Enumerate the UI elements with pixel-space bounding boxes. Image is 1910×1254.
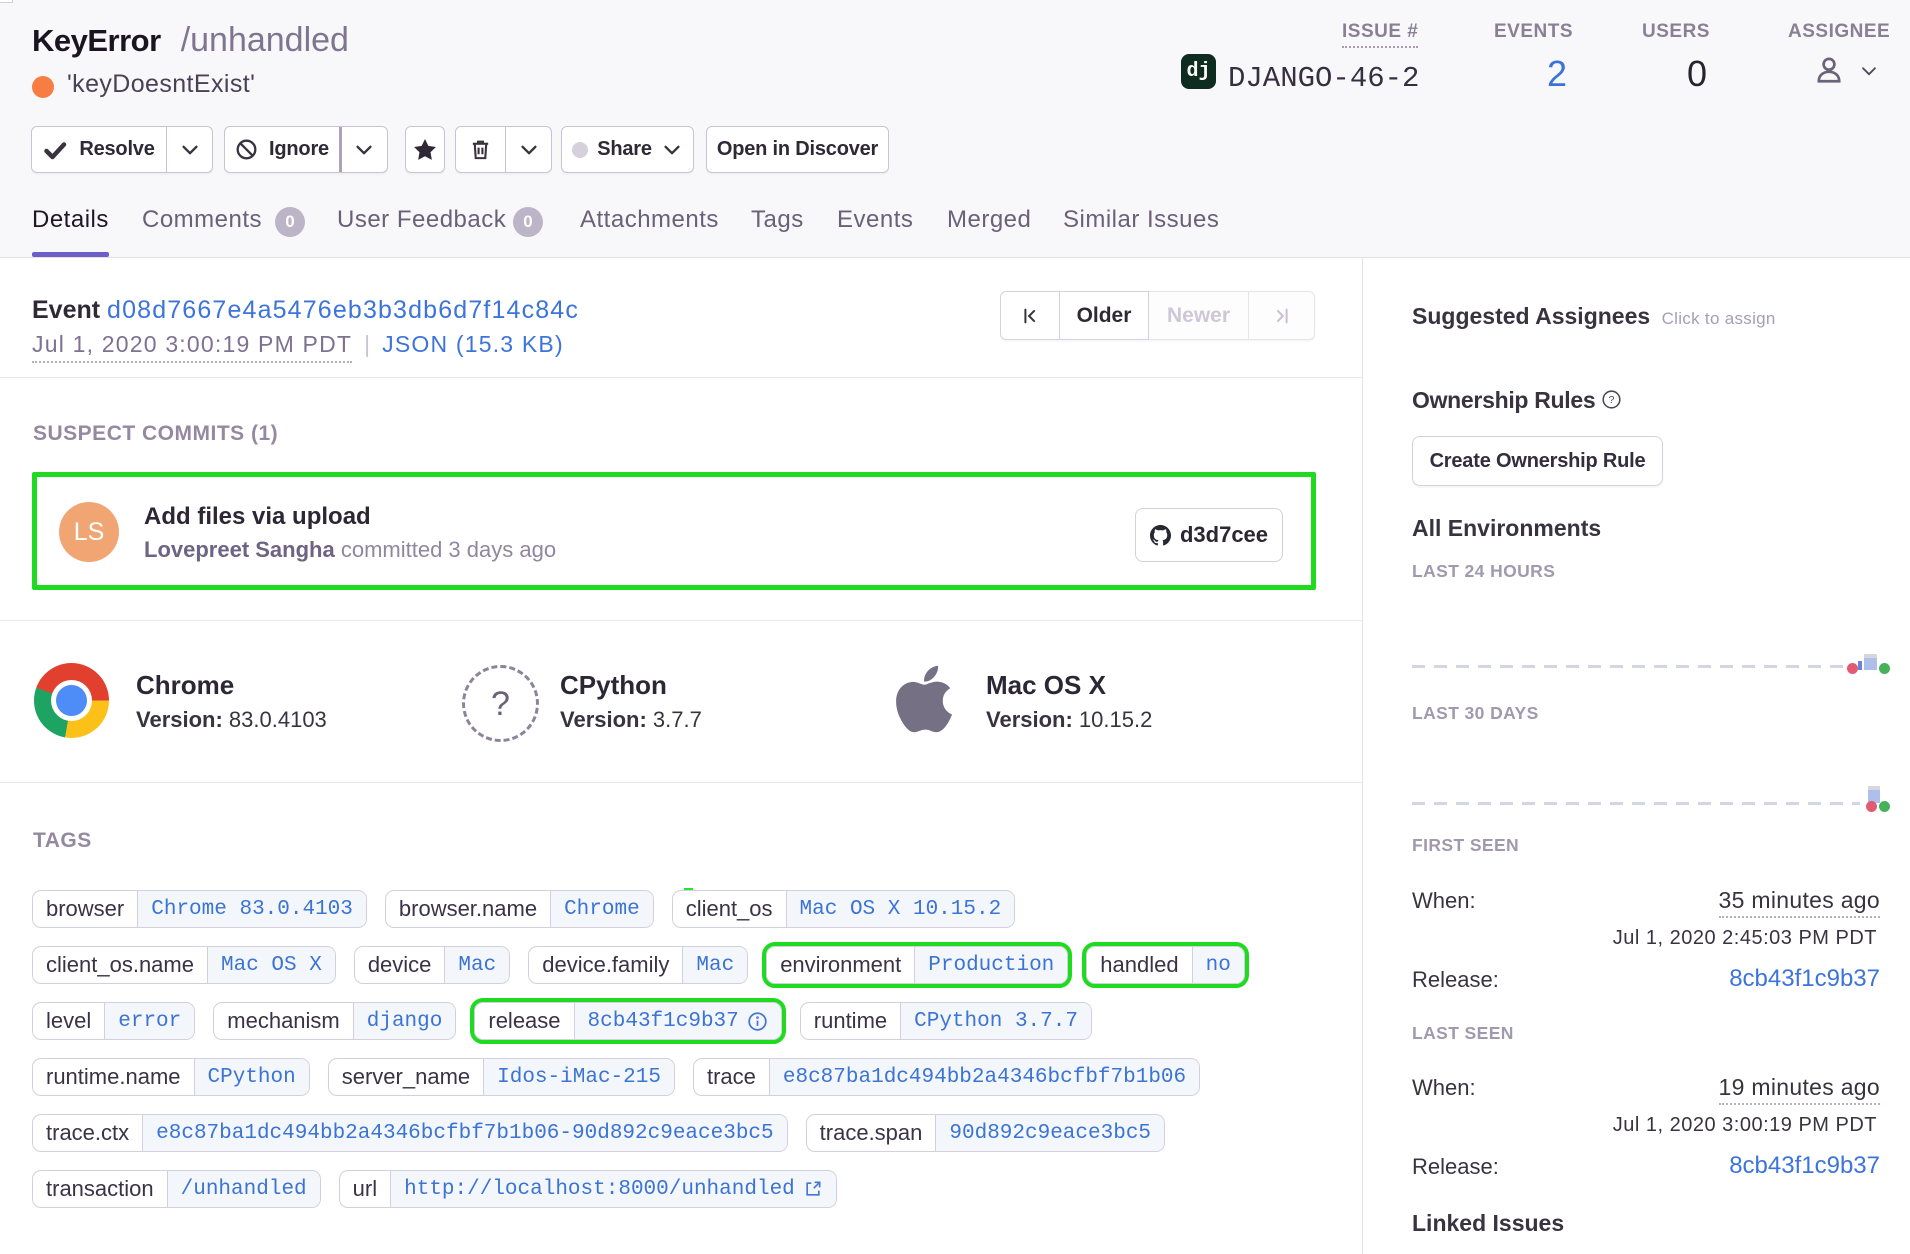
svg-text:?: ? xyxy=(1609,394,1615,406)
